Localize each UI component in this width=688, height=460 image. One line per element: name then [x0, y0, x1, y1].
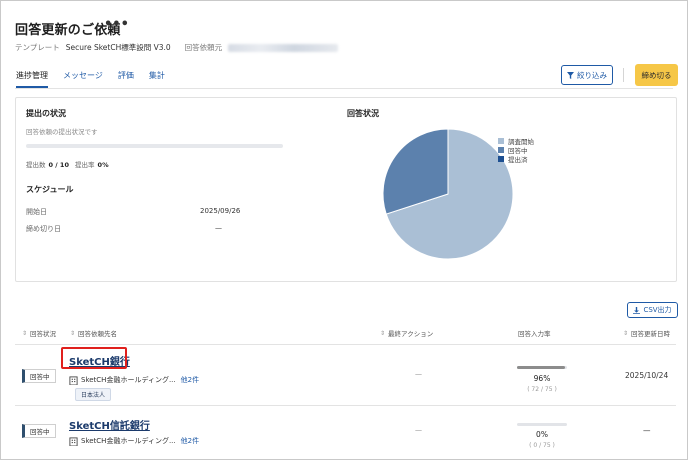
start-date-value: 2025/09/26 — [200, 207, 241, 215]
tab-bar: 進捗管理 メッセージ 評価 集計 — [16, 70, 180, 88]
legend-item: 提出済 — [498, 154, 534, 164]
input-rate-percent: 96% — [533, 374, 551, 383]
download-icon — [633, 306, 641, 314]
submission-count-value: 0 / 10 — [48, 161, 69, 169]
col-header-last-action[interactable]: ⇕ 最終アクション — [380, 328, 434, 339]
input-rate-bar — [517, 366, 567, 369]
input-rate-bar — [517, 423, 567, 426]
filter-button[interactable]: 絞り込み — [561, 65, 613, 85]
submission-count-label: 提出数 — [26, 161, 46, 169]
chart-title: 回答状況 — [347, 109, 379, 118]
filter-button-label: 絞り込み — [577, 70, 607, 80]
last-action-value: — — [415, 426, 422, 434]
submission-rate-label: 提出率 — [75, 161, 95, 169]
tab-evaluation[interactable]: 評価 — [118, 70, 134, 88]
more-orgs-link[interactable]: 他2件 — [181, 436, 199, 446]
summary-panel: 提出の状況 回答依頼の提出状況です 提出数 0 / 10 提出率 0% スケジュール… — [15, 97, 677, 282]
requester-label: 回答依頼元 — [184, 43, 223, 52]
more-orgs-link[interactable]: 他2件 — [181, 375, 199, 385]
org-name: SketCH金融ホールディング... — [81, 437, 176, 445]
chart-legend: 調査開始 回答中 提出済 — [498, 136, 534, 164]
sort-icon: ⇕ — [70, 329, 76, 337]
sort-icon: ⇕ — [623, 329, 629, 337]
legend-label: 提出済 — [508, 155, 528, 164]
building-icon — [69, 436, 78, 446]
submission-rate-value: 0% — [97, 161, 109, 169]
org-info: SketCH金融ホールディング... 他2件 — [69, 375, 199, 385]
more-options-icon[interactable]: ••• — [104, 17, 129, 32]
tab-progress[interactable]: 進捗管理 — [16, 70, 48, 88]
last-action-value: — — [415, 370, 422, 378]
col-header-input-rate: 回答入力率 — [518, 328, 551, 338]
input-rate-fill — [517, 366, 565, 369]
col-header-updated[interactable]: ⇕ 回答更新日時 — [623, 328, 671, 339]
sort-icon: ⇕ — [22, 329, 28, 337]
legend-swatch — [498, 137, 504, 144]
legend-swatch — [498, 155, 504, 162]
submission-desc: 回答依頼の提出状況です — [26, 128, 98, 136]
template-meta: テンプレート Secure SketCH標準設問 V3.0 回答依頼元 — [15, 42, 339, 53]
template-value: Secure SketCH標準設問 V3.0 — [65, 43, 171, 52]
submission-title: 提出の状況 — [26, 109, 66, 118]
legend-swatch — [498, 146, 504, 153]
toolbar-divider — [623, 68, 624, 82]
deadline-value: — — [215, 224, 222, 232]
input-rate-fraction: ( 72 / 75 ) — [527, 386, 557, 393]
col-header-label: 最終アクション — [388, 330, 434, 338]
building-icon — [69, 375, 78, 385]
col-header-label: 回答入力率 — [518, 330, 551, 338]
response-status-pie-chart — [382, 128, 514, 260]
requester-value-redacted — [228, 43, 339, 52]
table-header-divider — [15, 344, 676, 345]
updated-date: — — [643, 426, 651, 435]
close-request-button[interactable]: 締め切る — [635, 64, 678, 86]
submission-progress-bar — [26, 144, 283, 148]
status-badge: 回答中 — [22, 369, 56, 383]
col-header-label: 回答更新日時 — [631, 330, 671, 338]
tab-messages[interactable]: メッセージ — [63, 70, 103, 88]
entity-tag: 日本法人 — [75, 388, 112, 401]
csv-export-button[interactable]: CSV出力 — [627, 302, 678, 318]
row-divider — [15, 405, 676, 406]
col-header-label: 回答依頼先名 — [78, 330, 118, 338]
col-header-status[interactable]: ⇕ 回答状況 — [22, 328, 57, 339]
tab-aggregate[interactable]: 集計 — [149, 70, 165, 88]
input-rate-fraction: ( 0 / 75 ) — [529, 442, 555, 449]
respondent-name-link[interactable]: SketCH信託銀行 — [69, 417, 150, 432]
org-info: SketCH金融ホールディング... 他2件 — [69, 436, 199, 446]
col-header-name[interactable]: ⇕ 回答依頼先名 — [70, 328, 118, 339]
tabs-divider — [15, 88, 673, 89]
updated-date: 2025/10/24 — [625, 371, 669, 380]
submission-stats: 提出数 0 / 10 提出率 0% — [26, 159, 113, 169]
csv-export-label: CSV出力 — [643, 306, 672, 314]
start-date-label: 開始日 — [26, 208, 47, 216]
template-label: テンプレート — [15, 43, 60, 52]
filter-icon — [567, 71, 574, 79]
input-rate-percent: 0% — [536, 430, 548, 439]
status-badge: 回答中 — [22, 424, 56, 438]
sort-icon: ⇕ — [380, 329, 386, 337]
highlight-box — [61, 347, 127, 369]
col-header-label: 回答状況 — [30, 330, 57, 338]
schedule-title: スケジュール — [26, 185, 74, 194]
org-name: SketCH金融ホールディング... — [81, 376, 176, 384]
deadline-label: 締め切り日 — [26, 225, 61, 233]
